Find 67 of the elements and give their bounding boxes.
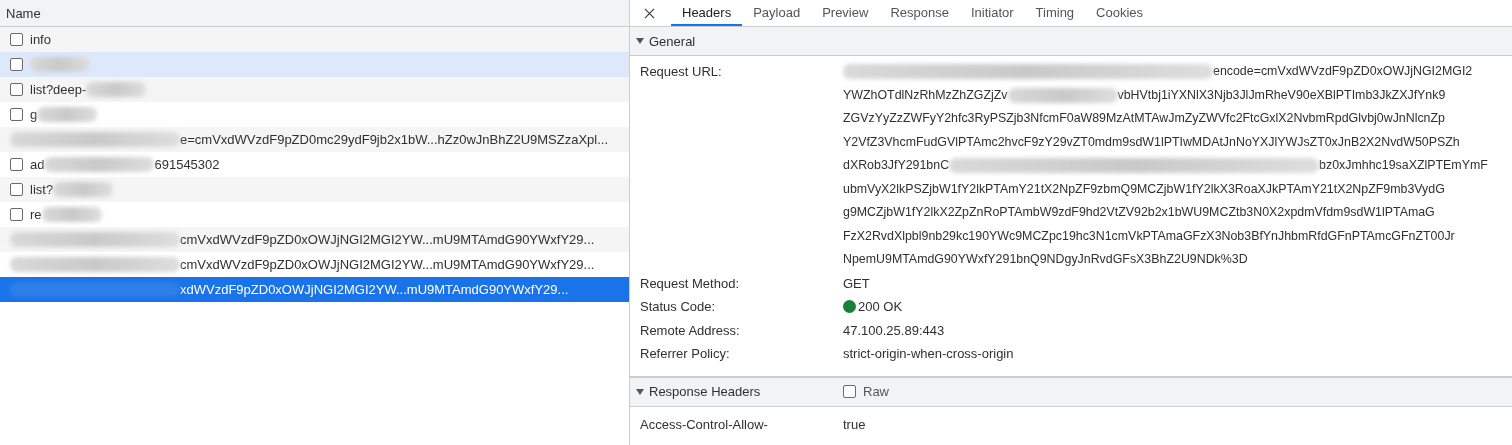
url-text: g9MCZjbW1fY2lkX2ZpZnRoPTAmbW9zdF9hd2VtZV92b2x1bWU9MCZtb3N0X2xpdmVfdm9sdW1lPTAmaG — [843, 204, 1435, 221]
request-row[interactable]: ad 691545302 — [0, 152, 629, 177]
field-label: Remote Address: — [640, 321, 741, 340]
field-label: Referrer Policy: — [640, 345, 731, 363]
request-row[interactable]: re — [0, 202, 629, 227]
checkbox[interactable] — [10, 108, 23, 121]
request-row[interactable]: info — [0, 27, 629, 52]
tab[interactable]: Preview — [811, 0, 880, 26]
url-text: FzX2RvdXlpbl9nb29kc190YWc9MCZpc19hc3N1cmVkPTAmaGFzX3Nob3BfYnJhbmRfdGFnPTAmcGFnZT00Jr — [843, 227, 1455, 245]
request-row[interactable]: g — [0, 102, 629, 127]
column-header[interactable]: Name — [6, 5, 41, 21]
checkbox[interactable] — [843, 385, 856, 398]
tab[interactable]: Initiator — [959, 0, 1025, 26]
field-label: Status Code: — [640, 298, 717, 316]
url-text: ZGVzYyZzZWFyY2hfc3RyPSZjb3NfcmF0aW89MzAtMTAwJmZyZWVfc2FtcGxlX2NvbmRpdGlvbj0wJnNlcnZp — [843, 110, 1445, 127]
checkbox-label[interactable]: Raw — [863, 384, 889, 399]
section-header[interactable]: General — [630, 27, 1512, 56]
url-text: encode=cmVxdWVzdF9pZD0xOWJjNGI2MGI2 — [1213, 63, 1473, 80]
url-text: vbHVtbj1iYXNlX3Njb3JlJmRheV90eXBlPTImb3JkZXJfYnk9 — [1117, 86, 1446, 104]
field-label: Access-Control-Allow- — [640, 415, 769, 434]
request-name: cmVxdWVzdF9pZD0xOWJjNGI2MGI2YW...mU9MTAmdG90YWxfY29... — [180, 232, 595, 247]
tab[interactable]: Timing — [1024, 0, 1086, 26]
request-row[interactable]: xdWVzdF9pZD0xOWJjNGI2MGI2YW...mU9MTAmdG90YWxfY29... — [0, 277, 629, 302]
checkbox[interactable] — [10, 33, 23, 46]
tab[interactable]: Cookies — [1085, 0, 1155, 26]
url-text: dXRob3JfY291bnC — [843, 157, 950, 174]
checkbox[interactable] — [10, 208, 23, 221]
url-text: NpemU9MTAmdG90YWxfY291bnQ9NDgyJnRvdGFsX3BhZ2U9NDk%3D — [843, 251, 1248, 268]
section-header[interactable]: Response Headers — [636, 384, 843, 399]
url-text: ubmVyX2lkPSZjbW1fY2lkPTAmY21tX2NpZF9zbmQ9MCZjbW1fY2lkX3RoaXJkPTAmY21tX2NpZF9mb3VydG — [843, 180, 1445, 198]
field-value: 47.100.25.89:443 — [843, 321, 945, 340]
tab[interactable]: Response — [879, 0, 960, 26]
request-row[interactable]: list?deep- — [0, 77, 629, 102]
field-label: Request Method: — [640, 274, 740, 293]
blurred-text — [30, 57, 90, 72]
request-row[interactable]: list? — [0, 177, 629, 202]
blurred-text — [37, 107, 98, 122]
request-name: g — [30, 107, 38, 122]
field-value: true — [843, 415, 866, 434]
request-name: ad — [30, 157, 45, 172]
field-value: 200 OK — [858, 298, 903, 316]
request-name: e=cmVxdWVzdF9pZD0mc29ydF9jb2x1bW...hZz0wJnBhZ2U9MSZzaXpl... — [180, 132, 609, 147]
request-row[interactable]: cmVxdWVzdF9pZD0xOWJjNGI2MGI2YW...mU9MTAmdG90YWxfY29... — [0, 227, 629, 252]
request-name: xdWVzdF9pZD0xOWJjNGI2MGI2YW...mU9MTAmdG90YWxfY29... — [180, 282, 569, 297]
url-text: YWZhOTdlNzRhMzZhZGZjZv — [843, 86, 1008, 104]
request-name: info — [30, 32, 51, 47]
request-name: 691545302 — [154, 157, 220, 172]
url-text: Y2VfZ3VhcmFudGVlPTAmc2hvcF9zY29vZT0mdm9sdW1lPTIwMDAtJnNoYXJlYWJsZT0xJnB2X2NvdW50PSZh — [843, 133, 1460, 151]
checkbox[interactable] — [10, 158, 23, 171]
blurred-text — [53, 182, 114, 197]
request-row[interactable]: cmVxdWVzdF9pZD0xOWJjNGI2MGI2YW...mU9MTAmdG90YWxfY29... — [0, 252, 629, 277]
tab[interactable]: Payload — [742, 0, 812, 26]
checkbox[interactable] — [10, 183, 23, 196]
field-value: GET — [843, 274, 870, 293]
request-name: cmVxdWVzdF9pZD0xOWJjNGI2MGI2YW...mU9MTAmdG90YWxfY29... — [180, 257, 595, 272]
request-row[interactable]: e=cmVxdWVzdF9pZD0mc29ydF9jb2x1bW...hZz0wJnBhZ2U9MSZzaXpl... — [0, 127, 629, 152]
request-name: re — [30, 207, 42, 222]
blurred-text — [41, 207, 102, 222]
field-value: strict-origin-when-cross-origin — [843, 345, 1014, 363]
request-name: list? — [30, 182, 54, 197]
request-name: list?deep- — [30, 82, 87, 97]
checkbox[interactable] — [10, 58, 23, 71]
url-text: bz0xJmhhc19saXZlPTEmYmF — [1319, 157, 1488, 174]
checkbox[interactable] — [10, 83, 23, 96]
close-icon[interactable] — [644, 7, 655, 19]
blurred-text — [86, 82, 147, 97]
field-label: Request URL: — [640, 63, 723, 81]
